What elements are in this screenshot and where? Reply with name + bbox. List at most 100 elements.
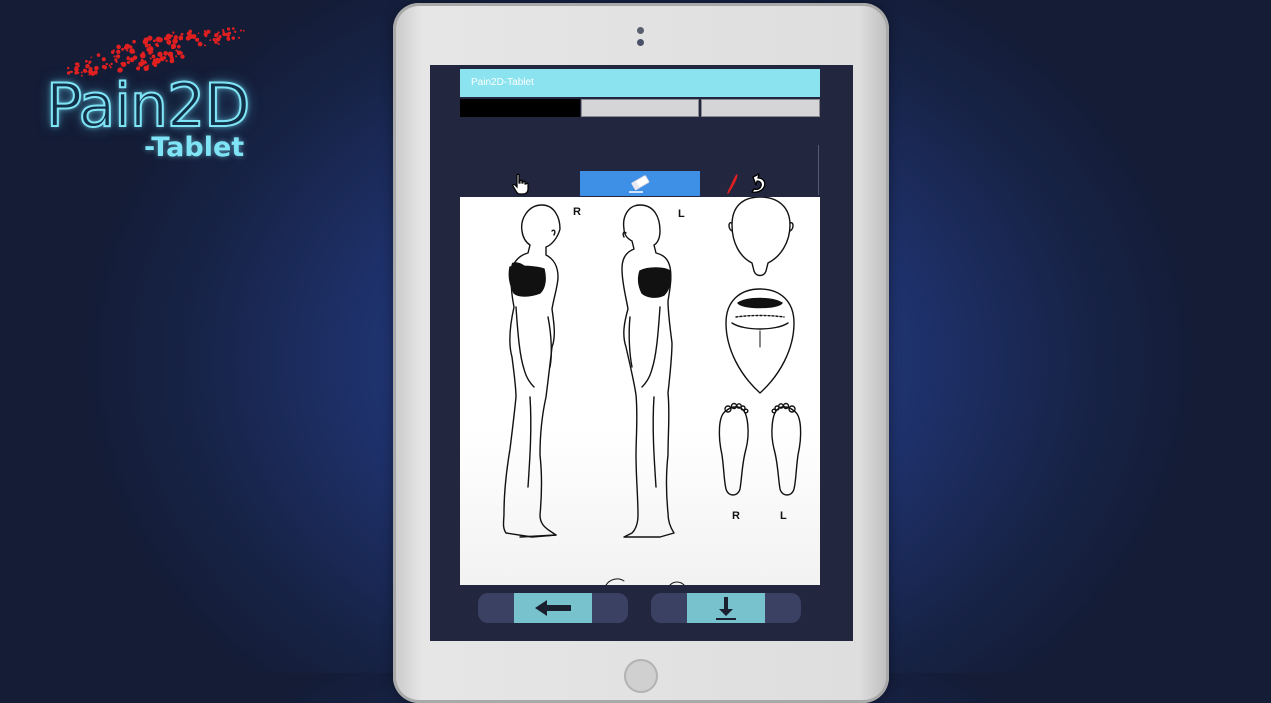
logo-dot [170, 43, 177, 49]
logo-dot [126, 60, 130, 64]
app-screen: Pain2D-Tablet R L R L [430, 65, 853, 641]
logo-dot [179, 51, 183, 55]
body-chart-canvas[interactable]: R L R L [460, 197, 820, 585]
logo-dot [173, 35, 178, 40]
logo-dot [239, 29, 242, 32]
logo-dot [237, 36, 241, 39]
logo-dot [175, 49, 178, 52]
logo-dot [96, 53, 101, 57]
logo-dot [152, 39, 156, 43]
logo-dot [132, 39, 136, 44]
logo-dot [88, 60, 92, 64]
logo-dot [155, 36, 162, 43]
divider [818, 145, 819, 195]
tablet-camera [637, 27, 644, 34]
tab-1[interactable] [460, 99, 580, 117]
logo-dot [123, 45, 128, 50]
logo-dot [167, 51, 174, 57]
label-foot-left: L [780, 510, 787, 522]
logo-dot [121, 61, 127, 67]
hand-pointer-icon [512, 173, 529, 195]
logo-dot [227, 35, 230, 38]
pain2d-logo: Pain2D -Tablet [40, 14, 260, 174]
home-button[interactable] [624, 659, 658, 693]
logo-dot [144, 43, 149, 48]
logo-dot [209, 39, 212, 42]
logo-dot [141, 51, 145, 55]
logo-dot [189, 34, 195, 39]
logo-dot [197, 41, 203, 47]
logo-dot [74, 62, 79, 66]
logo-sub-text: -Tablet [144, 132, 245, 163]
logo-dot [67, 66, 70, 70]
tab-3[interactable] [701, 99, 820, 117]
logo-dot [141, 60, 146, 65]
logo-dot [116, 49, 121, 54]
tablet-device: Pain2D-Tablet R L R L [393, 3, 889, 703]
logo-dot [169, 58, 175, 64]
body-chart-drawing: R L R L [460, 197, 820, 585]
arrow-left-icon [535, 600, 571, 616]
logo-dot [156, 44, 160, 48]
logo-dot [233, 30, 237, 34]
logo-dot [216, 32, 219, 35]
pen-tool-button[interactable] [722, 171, 744, 196]
logo-dot [170, 34, 173, 37]
back-bar [478, 593, 628, 623]
logo-dot [129, 48, 135, 54]
logo-dot [157, 51, 163, 57]
logo-dot [152, 58, 158, 64]
eraser-tool-button[interactable] [580, 171, 700, 196]
pen-icon [727, 173, 738, 194]
logo-dot [109, 66, 112, 69]
logo-dot [113, 55, 116, 58]
back-button[interactable] [514, 593, 592, 623]
logo-dot [222, 28, 225, 31]
logo-dot [203, 30, 207, 33]
save-bar [651, 593, 801, 623]
logo-dot [128, 45, 133, 49]
logo-dot [84, 59, 88, 63]
tab-2[interactable] [581, 99, 699, 117]
logo-dot [180, 32, 184, 36]
logo-dot [218, 35, 222, 39]
logo-dot [214, 40, 218, 44]
pain-region-left-arm [637, 267, 672, 298]
logo-dot [242, 29, 245, 32]
logo-dot [90, 56, 93, 59]
logo-dot [105, 62, 108, 66]
undo-icon [751, 172, 766, 193]
logo-main-text: Pain2D [45, 71, 251, 141]
logo-dot [85, 63, 90, 69]
logo-dot [186, 36, 189, 39]
hand-tool-button[interactable] [500, 171, 540, 196]
eraser-icon [629, 174, 650, 193]
logo-dot [101, 57, 106, 62]
logo-dot [132, 55, 138, 60]
logo-dot [112, 49, 115, 52]
logo-dot [232, 27, 235, 30]
logo-dot [203, 44, 207, 47]
logo-dot [195, 37, 200, 42]
logo-dot [143, 37, 149, 43]
label-foot-right: R [732, 510, 740, 522]
label-side-left: L [678, 208, 685, 220]
logo-dot [151, 54, 156, 59]
logo-dot [180, 54, 185, 59]
logo-dot [148, 43, 151, 47]
logo-dot [126, 56, 130, 59]
undo-button[interactable] [744, 171, 772, 196]
download-button[interactable] [687, 593, 765, 623]
logo-dot [178, 35, 184, 41]
tablet-sensor [637, 39, 644, 46]
download-icon [716, 597, 736, 620]
logo-dot [121, 47, 125, 51]
logo-dot [147, 48, 150, 51]
logo-dot [172, 31, 175, 34]
logo-dot [167, 34, 171, 37]
logo-dot [172, 38, 178, 44]
logo-dot [231, 36, 235, 40]
logo-dot [116, 54, 121, 59]
logo-dot [114, 58, 118, 62]
logo-dot [163, 51, 168, 56]
